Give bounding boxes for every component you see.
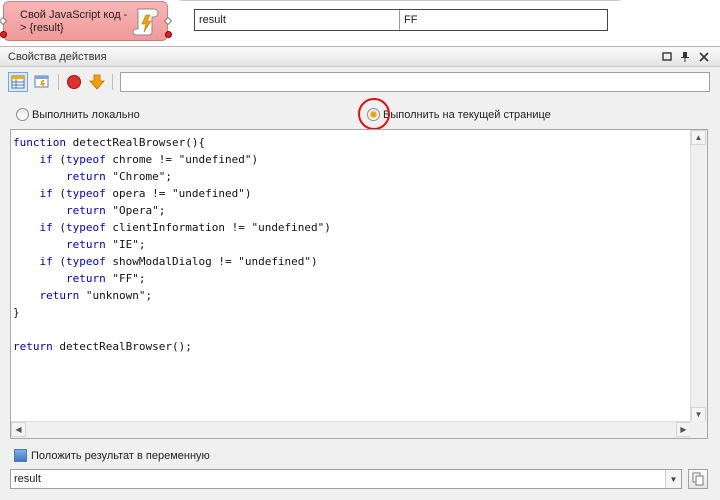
script-scroll-icon (132, 6, 160, 36)
scroll-down-icon[interactable]: ▼ (691, 407, 706, 422)
code-editor[interactable]: function detectRealBrowser(){ if (typeof… (10, 129, 708, 439)
close-icon[interactable] (697, 50, 711, 64)
radio-circle-checked (367, 108, 380, 121)
canvas-divider (180, 0, 620, 1)
variables-table-row[interactable]: result FF (194, 9, 608, 31)
toolbar-separator (58, 74, 59, 90)
run-locally-radio[interactable]: Выполнить локально (16, 108, 140, 121)
block-error-connector-right[interactable] (165, 31, 172, 38)
app-root: Свой JavaScript код -> {result} result F… (0, 0, 720, 500)
action-properties-panel: Свойства действия Выполнить локально Вып… (0, 46, 720, 500)
toolbar-separator (112, 74, 113, 90)
code-line[interactable]: return "Chrome"; (13, 168, 689, 185)
copy-icon[interactable] (688, 469, 708, 489)
result-variable-combobox[interactable]: result ▼ (10, 469, 682, 489)
variable-name-cell: result (195, 10, 400, 30)
chevron-down-icon[interactable]: ▼ (665, 470, 681, 488)
save-result-label: Положить результат в переменную (31, 449, 210, 462)
stop-icon[interactable] (64, 72, 84, 92)
code-line[interactable]: } (13, 304, 689, 321)
code-line[interactable]: return "IE"; (13, 236, 689, 253)
run-on-page-label: Выполнить на текущей странице (383, 108, 551, 121)
scroll-up-icon[interactable]: ▲ (691, 130, 706, 145)
panel-title: Свойства действия (8, 51, 107, 63)
variable-value-cell: FF (404, 14, 418, 26)
download-arrow-icon[interactable] (87, 72, 107, 92)
block-error-connector-left[interactable] (0, 31, 7, 38)
grid-view-icon[interactable] (8, 72, 28, 92)
vertical-scrollbar[interactable]: ▲ ▼ (690, 130, 707, 422)
canvas-area: Свой JavaScript код -> {result} result F… (0, 0, 720, 46)
result-variable-value: result (14, 473, 41, 485)
code-line[interactable]: function detectRealBrowser(){ (13, 134, 689, 151)
scroll-right-icon[interactable]: ▶ (676, 422, 691, 437)
save-result-checkbox[interactable] (14, 449, 27, 462)
save-result-row[interactable]: Положить результат в переменную (14, 449, 210, 462)
pin-icon[interactable] (678, 50, 692, 64)
panel-toolbar (0, 69, 720, 95)
panel-header: Свойства действия (0, 47, 720, 67)
radio-circle (16, 108, 29, 121)
run-locally-label: Выполнить локально (32, 108, 140, 121)
execution-mode-group: Выполнить локально Выполнить на текущей … (0, 105, 720, 125)
minimize-icon[interactable] (660, 50, 674, 64)
code-line[interactable]: if (typeof chrome != "undefined") (13, 151, 689, 168)
action-comment-input[interactable] (120, 72, 710, 92)
code-line[interactable]: if (typeof clientInformation != "undefin… (13, 219, 689, 236)
code-line[interactable]: return "FF"; (13, 270, 689, 287)
code-line[interactable] (13, 321, 689, 338)
run-on-page-radio[interactable]: Выполнить на текущей странице (367, 108, 551, 121)
action-settings-icon[interactable] (32, 72, 52, 92)
horizontal-scrollbar[interactable]: ◀ ▶ (11, 421, 691, 438)
code-line[interactable]: if (typeof opera != "undefined") (13, 185, 689, 202)
scroll-corner (690, 421, 707, 438)
action-block-title: Свой JavaScript код -> {result} (20, 9, 128, 34)
code-text[interactable]: function detectRealBrowser(){ if (typeof… (13, 134, 689, 424)
code-line[interactable]: return "unknown"; (13, 287, 689, 304)
code-line[interactable]: return "Opera"; (13, 202, 689, 219)
javascript-action-block[interactable]: Свой JavaScript код -> {result} (3, 1, 168, 41)
code-line[interactable]: if (typeof showModalDialog != "undefined… (13, 253, 689, 270)
scroll-left-icon[interactable]: ◀ (11, 422, 26, 437)
code-line[interactable]: return detectRealBrowser(); (13, 338, 689, 355)
